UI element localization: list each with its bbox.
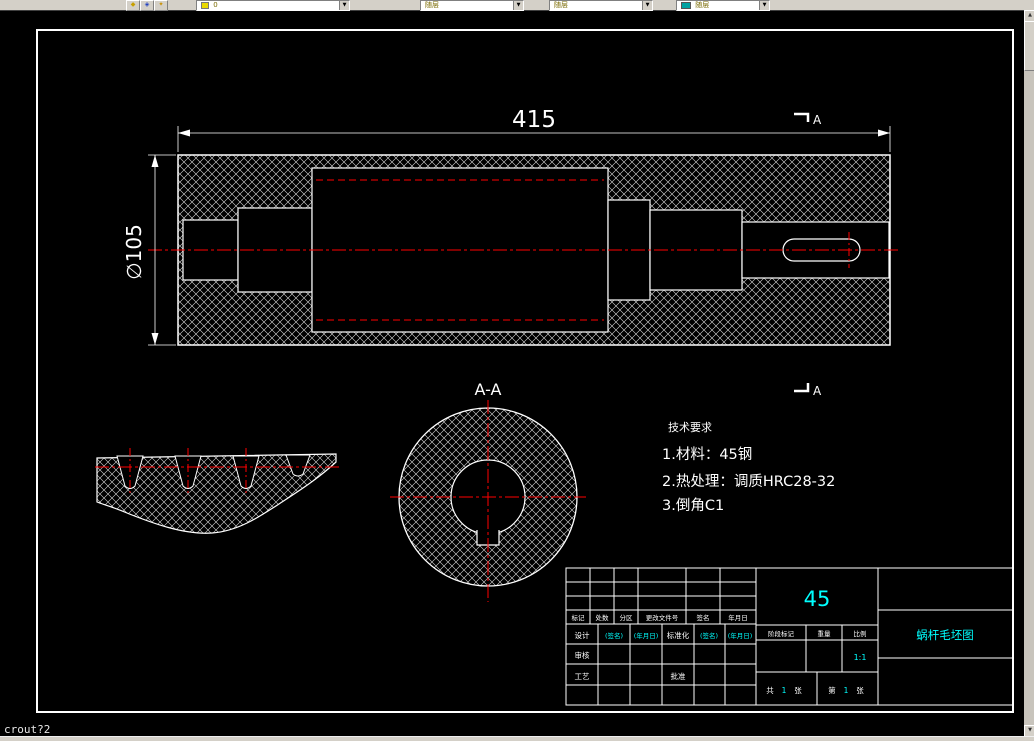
cad-viewport[interactable]: 415 ∅105 A A A-A 技术要求 1.材料：45钢 2.热处理：调质H… bbox=[0, 10, 1024, 737]
linetype-combo-value: 随层 bbox=[554, 1, 568, 9]
scale-value: 1:1 bbox=[854, 653, 867, 662]
sheet-total-label: 共 bbox=[766, 686, 774, 695]
scrollbar-thumb[interactable] bbox=[1024, 21, 1034, 71]
date-placeholder: (年月日) bbox=[634, 631, 659, 640]
weight-label: 重量 bbox=[818, 630, 832, 638]
tech-req-title: 技术要求 bbox=[668, 421, 712, 434]
dim-length-label: 415 bbox=[512, 107, 556, 133]
stage-mark-label: 阶段标记 bbox=[768, 629, 795, 638]
vertical-scrollbar[interactable]: ▲ ▼ bbox=[1024, 10, 1034, 737]
row-design: 设计 bbox=[575, 630, 590, 640]
col-zone: 分区 bbox=[620, 613, 634, 622]
color-combo[interactable]: 随层 ▼ bbox=[420, 0, 524, 11]
technical-requirements: 技术要求 1.材料：45钢 2.热处理：调质HRC28-32 3.倒角C1 bbox=[662, 421, 835, 514]
chevron-down-icon[interactable]: ▼ bbox=[759, 1, 769, 10]
date-placeholder: (年月日) bbox=[728, 631, 753, 640]
material-value: 45 bbox=[804, 587, 831, 611]
worm-thread-detail-view bbox=[95, 448, 340, 534]
sheet-total-value: 1 bbox=[782, 686, 787, 695]
sign-placeholder: (签名) bbox=[700, 631, 718, 640]
make-layer-current-icon[interactable]: ✦ bbox=[154, 0, 168, 11]
color-combo-value: 随层 bbox=[425, 1, 439, 9]
linetype-combo[interactable]: 随层 ▼ bbox=[549, 0, 653, 11]
row-std: 标准化 bbox=[667, 630, 690, 640]
row-check: 审核 bbox=[575, 650, 590, 660]
col-sign: 签名 bbox=[697, 613, 710, 622]
layer-color-chip bbox=[201, 1, 209, 9]
drawing-svg[interactable]: 415 ∅105 A A A-A 技术要求 1.材料：45钢 2.热处理：调质H… bbox=[0, 10, 1024, 737]
lineweight-combo[interactable]: 随层 ▼ bbox=[676, 0, 770, 11]
row-process: 工艺 bbox=[575, 672, 590, 681]
tech-req-item-1: 1.材料：45钢 bbox=[662, 446, 752, 463]
sheet-unit: 张 bbox=[856, 686, 864, 695]
lineweight-combo-value: 随层 bbox=[695, 1, 710, 9]
sheet-index-label: 第 bbox=[828, 685, 836, 695]
drawing-title: 蜗杆毛坯图 bbox=[916, 628, 974, 642]
layers-icon[interactable]: ◆ bbox=[126, 0, 140, 11]
section-mark-top: A bbox=[794, 112, 822, 127]
chevron-down-icon[interactable]: ▼ bbox=[642, 1, 652, 10]
col-doc: 更改文件号 bbox=[646, 613, 679, 622]
row-approve: 批准 bbox=[671, 671, 686, 681]
command-line[interactable]: crout?2 bbox=[4, 723, 50, 736]
col-mark: 标记 bbox=[572, 613, 586, 622]
section-view-a-a bbox=[390, 400, 586, 602]
col-date: 年月日 bbox=[728, 613, 748, 622]
col-count: 处数 bbox=[596, 613, 610, 622]
section-mark-bottom: A bbox=[794, 383, 822, 398]
sheet-index-value: 1 bbox=[844, 686, 849, 695]
sign-placeholder: (签名) bbox=[605, 631, 623, 640]
tech-req-item-3: 3.倒角C1 bbox=[662, 497, 724, 514]
scale-label: 比例 bbox=[854, 629, 867, 638]
layer-combo-value: 0 bbox=[213, 1, 218, 9]
chevron-down-icon[interactable]: ▼ bbox=[339, 1, 349, 10]
chevron-down-icon[interactable]: ▼ bbox=[513, 1, 523, 10]
section-mark-top-label: A bbox=[813, 113, 822, 127]
section-mark-bottom-label: A bbox=[813, 384, 822, 398]
lineweight-swatch bbox=[681, 1, 691, 9]
title-block-text: 标记 处数 分区 更改文件号 签名 年月日 设计 (签名) (年月日) 标准化 … bbox=[572, 587, 974, 695]
status-bar bbox=[0, 736, 1034, 741]
sheet-unit: 张 bbox=[794, 686, 802, 695]
layer-state-icon[interactable]: ◈ bbox=[140, 0, 154, 11]
object-properties-toolbar: ◆ ◈ ✦ 0 ▼ 随层 ▼ 随层 ▼ 随层 ▼ bbox=[0, 0, 1034, 11]
dim-diameter-label: ∅105 bbox=[122, 224, 146, 280]
tech-req-item-2: 2.热处理：调质HRC28-32 bbox=[662, 473, 835, 490]
layer-combo[interactable]: 0 ▼ bbox=[196, 0, 350, 11]
main-shaft-view bbox=[148, 154, 900, 346]
section-view-title: A-A bbox=[475, 380, 502, 399]
command-line-text: crout?2 bbox=[4, 723, 51, 736]
